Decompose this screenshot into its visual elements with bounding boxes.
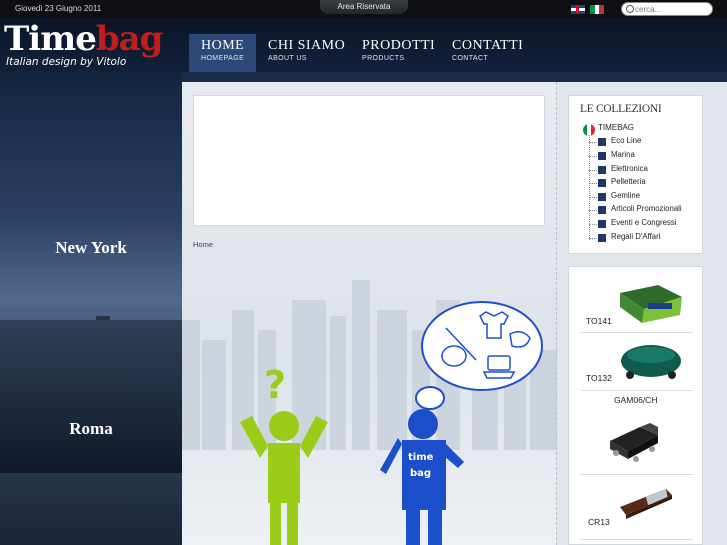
city-label-new-york: New York	[55, 238, 127, 257]
product-gam06-ch[interactable]: GAM06/CH	[580, 393, 693, 473]
nav-home-label: HOME	[201, 38, 245, 53]
nav-contatti[interactable]: CONTATTI CONTACT	[440, 34, 530, 72]
square-bullet-icon	[598, 179, 606, 187]
square-bullet-icon	[598, 206, 606, 214]
city-label-roma: Roma	[69, 419, 113, 438]
timebag-logo[interactable]: Timebag Italian design by Vitolo	[4, 20, 163, 70]
product-to132[interactable]: TO132	[580, 335, 693, 389]
green-figure	[240, 411, 328, 545]
current-date: Giovedì 23 Giugno 2011	[15, 4, 102, 13]
nav-chi-siamo[interactable]: CHI SIAMO ABOUT US	[256, 34, 350, 72]
square-bullet-icon	[598, 220, 606, 228]
logo-tagline: Italian design by Vitolo	[6, 56, 127, 68]
collection-item-label: Pelletteria	[611, 177, 646, 186]
nav-chi-siamo-label: CHI SIAMO	[268, 38, 346, 53]
nav-prodotti-sublabel: PRODUCTS	[362, 55, 405, 62]
nav-prodotti-label: PRODOTTI	[362, 38, 436, 53]
case-image-cr13	[620, 489, 672, 519]
nav-contatti-label: CONTATTI	[452, 38, 524, 53]
truck-image-gam06	[610, 423, 658, 462]
area-riservata-tab[interactable]: Area Riservata	[320, 0, 408, 14]
square-bullet-icon	[598, 138, 606, 146]
product-code: GAM06/CH	[614, 395, 658, 405]
bag-image-to141	[620, 285, 682, 323]
english-flag-icon[interactable]	[571, 5, 585, 14]
product-divider	[580, 474, 693, 475]
product-to141[interactable]: TO141	[580, 279, 693, 331]
product-divider	[580, 390, 693, 391]
collections-box: LE COLLEZIONI TIMEBAG Eco Line Marina El…	[568, 95, 703, 254]
product-divider	[580, 332, 693, 333]
italian-flag-icon[interactable]	[590, 5, 605, 14]
site-header: Timebag Italian design by Vitolo HOME HO…	[0, 18, 727, 72]
collection-item-label: Eventi e Congressi	[611, 218, 677, 227]
collection-item-label: Regali D'Affari	[611, 232, 661, 241]
product-divider	[580, 539, 693, 540]
top-bar: Giovedì 23 Giugno 2011 Area Riservata	[0, 0, 727, 18]
water-reflection	[0, 320, 182, 473]
breadcrumb[interactable]: Home	[193, 240, 213, 249]
products-box: TO141 TO132 GAM06/CH CR13	[568, 266, 703, 545]
collection-item-label: Marina	[611, 150, 635, 159]
search-icon[interactable]	[626, 5, 634, 13]
collection-root-timebag[interactable]: TIMEBAG	[598, 123, 634, 132]
shirt-text-time: time	[408, 452, 434, 463]
product-code: CR13	[588, 517, 610, 527]
nav-home[interactable]: HOME HOMEPAGE	[189, 34, 256, 72]
city-background-panel: New York Roma	[0, 72, 182, 545]
nav-chi-siamo-sublabel: ABOUT US	[268, 55, 307, 62]
logo-brand-part2: bag	[95, 19, 164, 59]
shirt-text-bag: bag	[410, 468, 431, 479]
collections-title: LE COLLEZIONI	[580, 103, 662, 115]
bag-image-to132	[621, 345, 681, 379]
nav-home-sublabel: HOMEPAGE	[201, 55, 245, 62]
collection-item-label: Elettronica	[611, 164, 648, 173]
product-cr13[interactable]: CR13	[580, 477, 693, 537]
banner-placeholder	[193, 95, 545, 226]
search-input[interactable]	[635, 4, 709, 14]
nav-contatti-sublabel: CONTACT	[452, 55, 489, 62]
square-bullet-icon	[598, 193, 606, 201]
logo-brand-part1: Time	[4, 19, 97, 59]
collection-item-label: Eco Line	[611, 136, 642, 145]
search-box	[621, 2, 713, 16]
collection-item-label: Articoli Promozionali	[611, 204, 682, 213]
nav-prodotti[interactable]: PRODOTTI PRODUCTS	[350, 34, 440, 72]
square-bullet-icon	[598, 152, 606, 160]
question-mark-icon: ?	[264, 363, 286, 407]
square-bullet-icon	[598, 234, 606, 242]
collection-item-label: Gemline	[611, 191, 641, 200]
timebag-illustration: ? time bag	[240, 301, 543, 545]
product-code: TO132	[586, 373, 612, 383]
product-code: TO141	[586, 316, 612, 326]
square-bullet-icon	[598, 166, 606, 174]
